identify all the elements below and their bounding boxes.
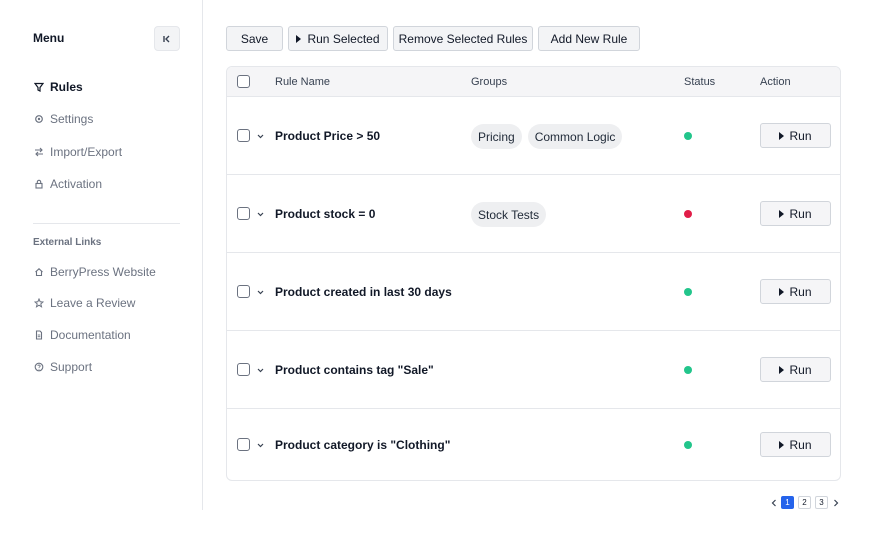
run-rule-button[interactable]: Run [760,279,831,304]
collapse-sidebar-button[interactable] [154,26,180,51]
save-button[interactable]: Save [226,26,283,51]
sidebar-item-label: Settings [50,112,94,126]
status-indicator [684,210,692,218]
play-icon [779,209,785,218]
sidebar-item-activation[interactable]: Activation [33,175,102,193]
sidebar-item-settings[interactable]: Settings [33,110,93,128]
rule-name: Product Price > 50 [275,129,381,143]
sidebar-link-website[interactable]: BerryPress Website [33,263,156,281]
rule-name: Product created in last 30 days [275,285,452,299]
sidebar-link-review[interactable]: Leave a Review [33,294,135,312]
page-number: 2 [802,498,807,507]
page-number: 3 [819,498,824,507]
group-tag[interactable]: Stock Tests [471,202,547,227]
play-icon [779,287,785,296]
table-row: Product stock = 0 Stock Tests Run [227,175,840,253]
collapse-left-icon [163,35,170,42]
sidebar-divider [33,223,180,224]
play-icon [779,131,785,140]
status-indicator [684,366,692,374]
play-icon [779,440,785,449]
table-row: Product category is "Clothing" Run [227,409,840,480]
group-tags: Stock Tests [471,202,547,227]
run-rule-button[interactable]: Run [760,357,831,382]
status-indicator [684,441,692,449]
help-circle-icon [33,362,44,373]
run-label: Run [789,128,812,143]
row-select-checkbox[interactable] [237,129,250,142]
run-rule-button[interactable]: Run [760,432,831,457]
column-header-action: Action [760,76,791,88]
row-select-checkbox[interactable] [237,207,250,220]
add-new-rule-button[interactable]: Add New Rule [538,26,640,51]
run-selected-button[interactable]: Run Selected [288,26,388,51]
sidebar-section-title: External Links [33,237,102,248]
run-label: Run [789,284,812,299]
chevron-down-icon[interactable] [257,133,264,140]
column-header-groups: Groups [471,76,508,88]
row-select-checkbox[interactable] [237,285,250,298]
prev-page-button[interactable] [769,497,779,509]
sidebar-link-label: Support [50,360,93,374]
run-label: Run [789,437,812,452]
play-icon [296,34,302,43]
page-button-1[interactable]: 1 [781,496,794,509]
chevron-down-icon[interactable] [257,442,264,449]
play-icon [779,365,785,374]
sidebar-title: Menu [33,31,65,45]
column-header-name: Rule Name [275,76,331,88]
table-header: Rule Name Groups Status Action [227,67,840,97]
sidebar-link-label: BerryPress Website [50,265,156,279]
sidebar-link-label: Documentation [50,328,131,342]
run-label: Run [789,206,812,221]
sidebar-item-rules[interactable]: Rules [33,78,83,96]
rule-name: Product contains tag "Sale" [275,363,434,377]
filter-icon [33,82,44,93]
group-tags: Pricing Common Logic [471,124,623,149]
sidebar: Menu Rules Settings Import/Export Activa… [0,0,203,510]
sidebar-link-support[interactable]: Support [33,358,92,376]
remove-selected-button[interactable]: Remove Selected Rules [393,26,533,51]
gear-icon [33,114,44,125]
column-header-status: Status [684,76,716,88]
home-icon [33,267,44,278]
swap-arrows-icon [33,147,44,158]
run-rule-button[interactable]: Run [760,123,831,148]
sidebar-link-label: Leave a Review [50,296,136,310]
sidebar-link-documentation[interactable]: Documentation [33,326,131,344]
page-button-3[interactable]: 3 [815,496,828,509]
rule-name: Product category is "Clothing" [275,438,451,452]
page-button-2[interactable]: 2 [798,496,811,509]
document-icon [33,330,44,341]
next-page-button[interactable] [831,497,841,509]
chevron-down-icon[interactable] [257,367,264,374]
run-rule-button[interactable]: Run [760,201,831,226]
chevron-down-icon[interactable] [257,211,264,218]
sidebar-item-label: Import/Export [50,145,123,159]
rule-name: Product stock = 0 [275,207,376,221]
status-indicator [684,132,692,140]
row-select-checkbox[interactable] [237,438,250,451]
sidebar-item-label: Activation [50,177,103,191]
star-icon [33,298,44,309]
group-tag[interactable]: Common Logic [527,124,623,149]
sidebar-item-import-export[interactable]: Import/Export [33,143,122,161]
sidebar-item-label: Rules [50,80,83,94]
group-tag[interactable]: Pricing [471,124,522,149]
chevron-left-icon [771,499,776,507]
table-row: Product created in last 30 days Run [227,253,840,331]
chevron-down-icon[interactable] [257,289,264,296]
row-select-checkbox[interactable] [237,363,250,376]
lock-icon [33,179,44,190]
select-all-checkbox[interactable] [237,75,250,88]
chevron-right-icon [834,499,839,507]
table-row: Product contains tag "Sale" Run [227,331,840,409]
run-selected-label: Run Selected [307,31,380,46]
page-number: 1 [785,498,790,507]
run-label: Run [789,362,812,377]
status-indicator [684,288,692,296]
rules-table: Rule Name Groups Status Action Product P… [226,66,841,481]
table-row: Product Price > 50 Pricing Common Logic Run [227,97,840,175]
